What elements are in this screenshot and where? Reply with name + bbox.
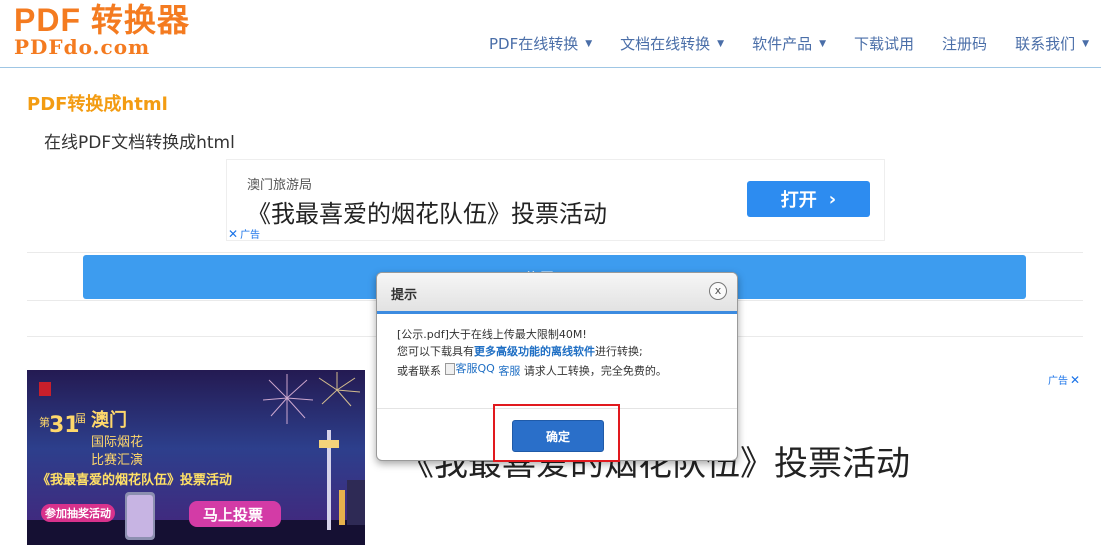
nav-item-label: 注册码 bbox=[942, 35, 988, 53]
message-text: 进行转换; bbox=[595, 345, 643, 358]
main-nav: PDF在线转换 ▼ 文档在线转换 ▼ 软件产品 ▼ 下载试用 注册码 联系我们 … bbox=[461, 33, 1089, 54]
dialog-body: [公示.pdf]大于在线上传最大限制40M! 您可以下载具有更多高级功能的离线软… bbox=[377, 314, 737, 380]
site-header: PDF 转换器 PDFdo.com PDF在线转换 ▼ 文档在线转换 ▼ 软件产… bbox=[0, 0, 1101, 68]
dialog-title: 提示 bbox=[391, 288, 418, 303]
divider bbox=[27, 252, 1083, 253]
ad-img-campaign: 《我最喜爱的烟花队伍》投票活动 bbox=[37, 472, 232, 488]
ad-close-icon: ✕ bbox=[1070, 372, 1081, 387]
nav-item-label: 联系我们 bbox=[1015, 35, 1076, 53]
nav-item-software[interactable]: 软件产品 ▼ bbox=[752, 33, 826, 54]
message-text: 您可以下载具有 bbox=[397, 345, 474, 358]
top-ad-banner[interactable]: 澳门旅游局 《我最喜爱的烟花队伍》投票活动 打开 › bbox=[226, 159, 885, 241]
dialog-message-line1: [公示.pdf]大于在线上传最大限制40M! bbox=[397, 328, 587, 341]
qq-support-image[interactable]: 客服QQ bbox=[444, 360, 495, 377]
bottom-ad-image[interactable]: 第 31 届 澳门 国际烟花 比赛汇演 《我最喜爱的烟花队伍》投票活动 参加抽奖… bbox=[27, 370, 365, 545]
message-text: 请求人工转换，完全免费的。 bbox=[523, 364, 667, 378]
ad-img-number-suffix: 届 bbox=[75, 412, 86, 425]
caret-down-icon: ▼ bbox=[1082, 38, 1089, 49]
logo-main-text: PDF 转换器 bbox=[14, 2, 190, 38]
close-icon[interactable]: x bbox=[709, 282, 727, 300]
nav-item-license[interactable]: 注册码 bbox=[942, 33, 987, 54]
ad-img-event-line2: 比赛汇演 bbox=[91, 452, 143, 468]
caret-down-icon: ▼ bbox=[717, 38, 725, 49]
message-text: 或者联系 bbox=[397, 364, 441, 378]
fireworks-illustration: 第 31 届 澳门 国际烟花 比赛汇演 《我最喜爱的烟花队伍》投票活动 参加抽奖… bbox=[27, 372, 365, 545]
nav-item-pdf-online[interactable]: PDF在线转换 ▼ bbox=[489, 33, 592, 54]
ad-img-lottery: 参加抽奖活动 bbox=[45, 506, 111, 520]
ad-label: 广告 bbox=[240, 230, 261, 241]
nav-item-contact[interactable]: 联系我们 ▼ bbox=[1015, 33, 1089, 54]
offline-software-link[interactable]: 更多高级功能的离线软件 bbox=[474, 345, 595, 358]
support-link[interactable]: 客服 bbox=[498, 365, 520, 378]
nav-item-label: PDF在线转换 bbox=[489, 35, 579, 53]
dialog-message-line3: 或者联系 客服QQ 客服 请求人工转换，完全免费的。 bbox=[397, 360, 717, 380]
logo-sub-text: PDFdo.com bbox=[14, 35, 151, 59]
page-title: PDF转换成html bbox=[27, 94, 168, 115]
nav-item-label: 文档在线转换 bbox=[620, 35, 711, 53]
nav-item-doc-online[interactable]: 文档在线转换 ▼ bbox=[620, 33, 724, 54]
ad-close-icon: ✕ bbox=[228, 226, 239, 241]
broken-image-icon bbox=[444, 362, 455, 375]
caret-down-icon: ▼ bbox=[585, 38, 593, 49]
ad-img-event-line1: 国际烟花 bbox=[91, 434, 143, 450]
ad-open-button[interactable]: 打开 › bbox=[747, 181, 870, 217]
ad-img-vote-button: 马上投票 bbox=[203, 506, 263, 524]
site-logo[interactable]: PDF 转换器 PDFdo.com bbox=[14, 2, 190, 59]
dialog-message-line2: 您可以下载具有更多高级功能的离线软件进行转换; bbox=[397, 343, 717, 360]
qq-image-alt: 客服QQ bbox=[455, 362, 495, 375]
nav-item-label: 软件产品 bbox=[752, 35, 813, 53]
chevron-right-icon: › bbox=[828, 188, 837, 210]
ad-open-label: 打开 bbox=[780, 190, 817, 211]
nav-item-download[interactable]: 下载试用 bbox=[854, 33, 914, 54]
dialog-header: 提示 x bbox=[377, 273, 737, 314]
ad-advertiser: 澳门旅游局 bbox=[247, 178, 313, 193]
nav-item-label: 下载试用 bbox=[854, 35, 915, 53]
ad-img-city: 澳门 bbox=[91, 409, 127, 431]
ad-choices-mark[interactable]: 广告 ✕ bbox=[1048, 372, 1082, 388]
caret-down-icon: ▼ bbox=[819, 38, 827, 49]
ad-label: 广告 bbox=[1048, 376, 1068, 387]
page-subtitle: 在线PDF文档转换成html bbox=[44, 133, 235, 153]
highlight-annotation bbox=[493, 404, 620, 462]
ad-choices-mark[interactable]: ✕ 广告 bbox=[228, 226, 261, 242]
ad-headline: 《我最喜爱的烟花队伍》投票活动 bbox=[247, 200, 607, 228]
